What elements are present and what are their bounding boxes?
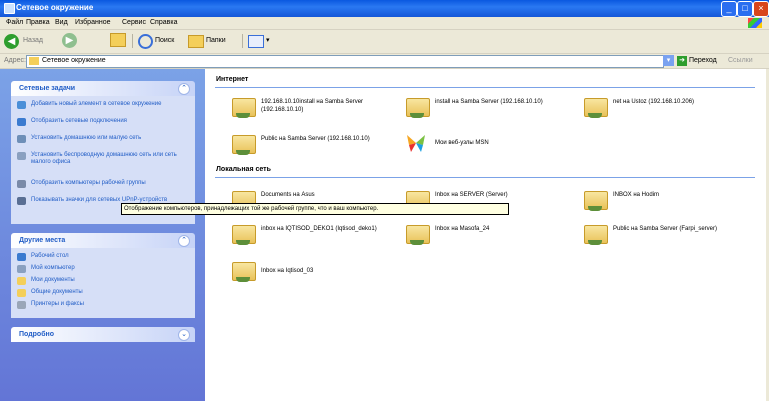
network-share-icon xyxy=(405,96,430,118)
views-icon xyxy=(248,34,264,48)
address-dropdown-button[interactable]: ▾ xyxy=(663,55,674,66)
network-share-icon xyxy=(405,223,430,245)
maximize-button[interactable]: □ xyxy=(737,1,753,17)
menu-view[interactable]: Вид xyxy=(55,19,68,26)
go-button[interactable]: ➜ Переход xyxy=(677,55,717,67)
toolbar: ◀ Назад ▶ Поиск Папки ▾ xyxy=(0,30,769,54)
window-title: Сетевое окружение xyxy=(16,3,94,12)
list-item[interactable]: net на Ustoz (192.168.10.206) xyxy=(583,94,763,126)
network-folder-icon xyxy=(29,57,39,65)
network-folder-icon xyxy=(4,3,15,14)
windows-logo-icon xyxy=(748,18,762,28)
network-connections-icon xyxy=(17,118,26,126)
tooltip: Отображение компьютеров, принадлежащих т… xyxy=(121,203,509,215)
my-documents-icon xyxy=(17,277,26,285)
network-share-icon xyxy=(231,260,256,282)
collapse-icon[interactable]: ⌃ xyxy=(178,83,190,95)
menu-help[interactable]: Справка xyxy=(150,19,177,26)
network-share-icon xyxy=(231,96,256,118)
group-internet: Интернет xyxy=(215,75,755,88)
msn-butterfly-icon xyxy=(407,135,425,152)
forward-arrow-icon: ▶ xyxy=(62,33,77,48)
go-arrow-icon: ➜ xyxy=(677,56,687,66)
other-places-header[interactable]: Другие места ⌃ xyxy=(11,233,195,248)
network-share-icon xyxy=(583,223,608,245)
folder-up-icon xyxy=(110,33,126,48)
toolbar-separator xyxy=(132,34,133,48)
expand-icon[interactable]: ⌄ xyxy=(178,329,190,341)
menu-tools[interactable]: Сервис xyxy=(122,19,146,26)
toolbar-separator xyxy=(242,34,243,48)
search-icon xyxy=(138,33,153,49)
address-label: Адрес: xyxy=(4,57,26,64)
menu-edit[interactable]: Правка xyxy=(26,19,50,26)
desktop-icon xyxy=(17,253,26,261)
details-header[interactable]: Подробно ⌄ xyxy=(11,327,195,342)
forward-button[interactable]: ▶ xyxy=(62,33,77,49)
list-item[interactable]: 192.168.10.10install на Samba Server (19… xyxy=(231,94,401,126)
list-item[interactable]: INBOX на Hodim xyxy=(583,187,743,219)
chevron-down-icon: ▾ xyxy=(265,37,270,44)
back-button[interactable]: ◀ Назад xyxy=(4,33,43,49)
shared-documents-icon xyxy=(17,289,26,297)
network-share-icon xyxy=(583,96,608,118)
menu-file[interactable]: Файл xyxy=(6,19,23,26)
menu-bar: Файл Правка Вид Избранное Сервис Справка xyxy=(0,17,769,30)
views-button[interactable]: ▾ xyxy=(248,33,269,49)
network-tasks-header[interactable]: Сетевые задачи ⌃ xyxy=(11,81,195,96)
address-input[interactable]: Сетевое окружение xyxy=(26,55,664,68)
title-bar: Сетевое окружение _ □ × xyxy=(0,0,769,17)
printer-icon xyxy=(17,301,26,309)
network-share-icon xyxy=(583,189,608,211)
up-button[interactable] xyxy=(110,33,126,49)
list-item[interactable]: inbox на IQTISOD_DEKO1 (Iqtisod_deko1) xyxy=(231,221,401,253)
menu-favorites[interactable]: Избранное xyxy=(75,19,110,26)
list-item[interactable]: install на Samba Server (192.168.10.10) xyxy=(405,94,565,126)
network-share-icon xyxy=(231,223,256,245)
links-button[interactable]: Ссылки xyxy=(728,57,753,64)
list-item[interactable]: Public на Samba Server (192.168.10.10) xyxy=(231,131,401,163)
group-local-network: Локальная сеть xyxy=(215,165,755,178)
home-network-icon xyxy=(17,135,26,143)
my-computer-icon xyxy=(17,265,26,273)
search-button[interactable]: Поиск xyxy=(138,33,174,49)
wireless-network-icon xyxy=(17,152,26,160)
content-area: Интернет 192.168.10.10install на Samba S… xyxy=(205,69,769,401)
folders-icon xyxy=(188,34,204,48)
network-share-icon xyxy=(231,133,256,155)
collapse-icon[interactable]: ⌃ xyxy=(178,235,190,247)
minimize-button[interactable]: _ xyxy=(721,1,737,17)
details-panel: Подробно ⌄ xyxy=(11,327,195,342)
folders-button[interactable]: Папки xyxy=(188,33,226,49)
list-item[interactable]: Inbox на Masofa_24 xyxy=(405,221,565,253)
list-item[interactable]: Мои веб-узлы MSN xyxy=(405,131,565,163)
close-button[interactable]: × xyxy=(753,1,769,17)
upnp-devices-icon xyxy=(17,197,26,205)
address-bar: Адрес: Сетевое окружение ▾ ➜ Переход Ссы… xyxy=(0,54,769,69)
list-item[interactable]: Inbox на Iqtisod_03 xyxy=(231,258,401,290)
other-places-body: Рабочий стол Мой компьютер Мои документы… xyxy=(11,248,195,318)
other-places-panel: Другие места ⌃ Рабочий стол Мой компьюте… xyxy=(11,233,195,318)
add-network-place-icon xyxy=(17,101,26,109)
workgroup-computers-icon xyxy=(17,180,26,188)
list-item[interactable]: Public на Samba Server (Farpi_server) xyxy=(583,221,753,253)
task-pane: Сетевые задачи ⌃ Добавить новый элемент … xyxy=(0,69,205,401)
back-arrow-icon: ◀ xyxy=(4,33,19,49)
